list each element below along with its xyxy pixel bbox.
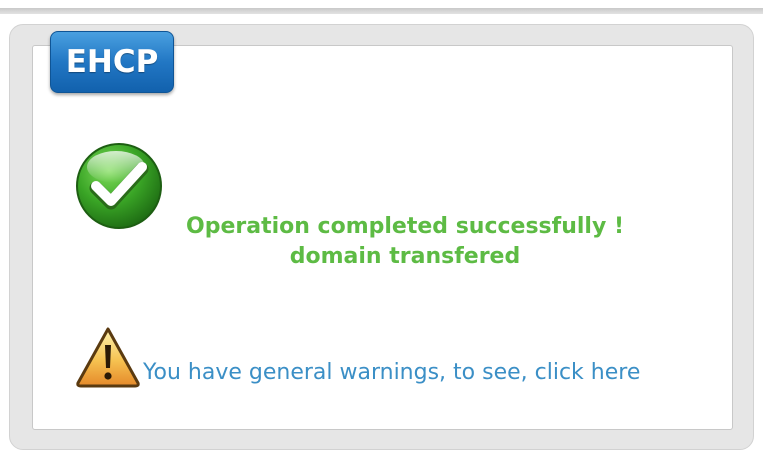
warnings-link[interactable]: You have general warnings, to see, click…	[143, 360, 640, 386]
success-line-2: domain transfered	[289, 244, 521, 269]
warning-triangle-icon	[76, 327, 140, 388]
top-toolbar-strip	[0, 0, 763, 14]
success-message: Operation completed successfully ! domai…	[150, 212, 660, 272]
page: EHCP Operation completed successfully ! …	[0, 0, 763, 461]
warnings-row: You have general warnings, to see, click…	[75, 318, 640, 388]
ehcp-logo: EHCP	[50, 31, 174, 93]
success-line-1: Operation completed successfully !	[186, 214, 624, 239]
logo-text: EHCP	[65, 44, 159, 80]
